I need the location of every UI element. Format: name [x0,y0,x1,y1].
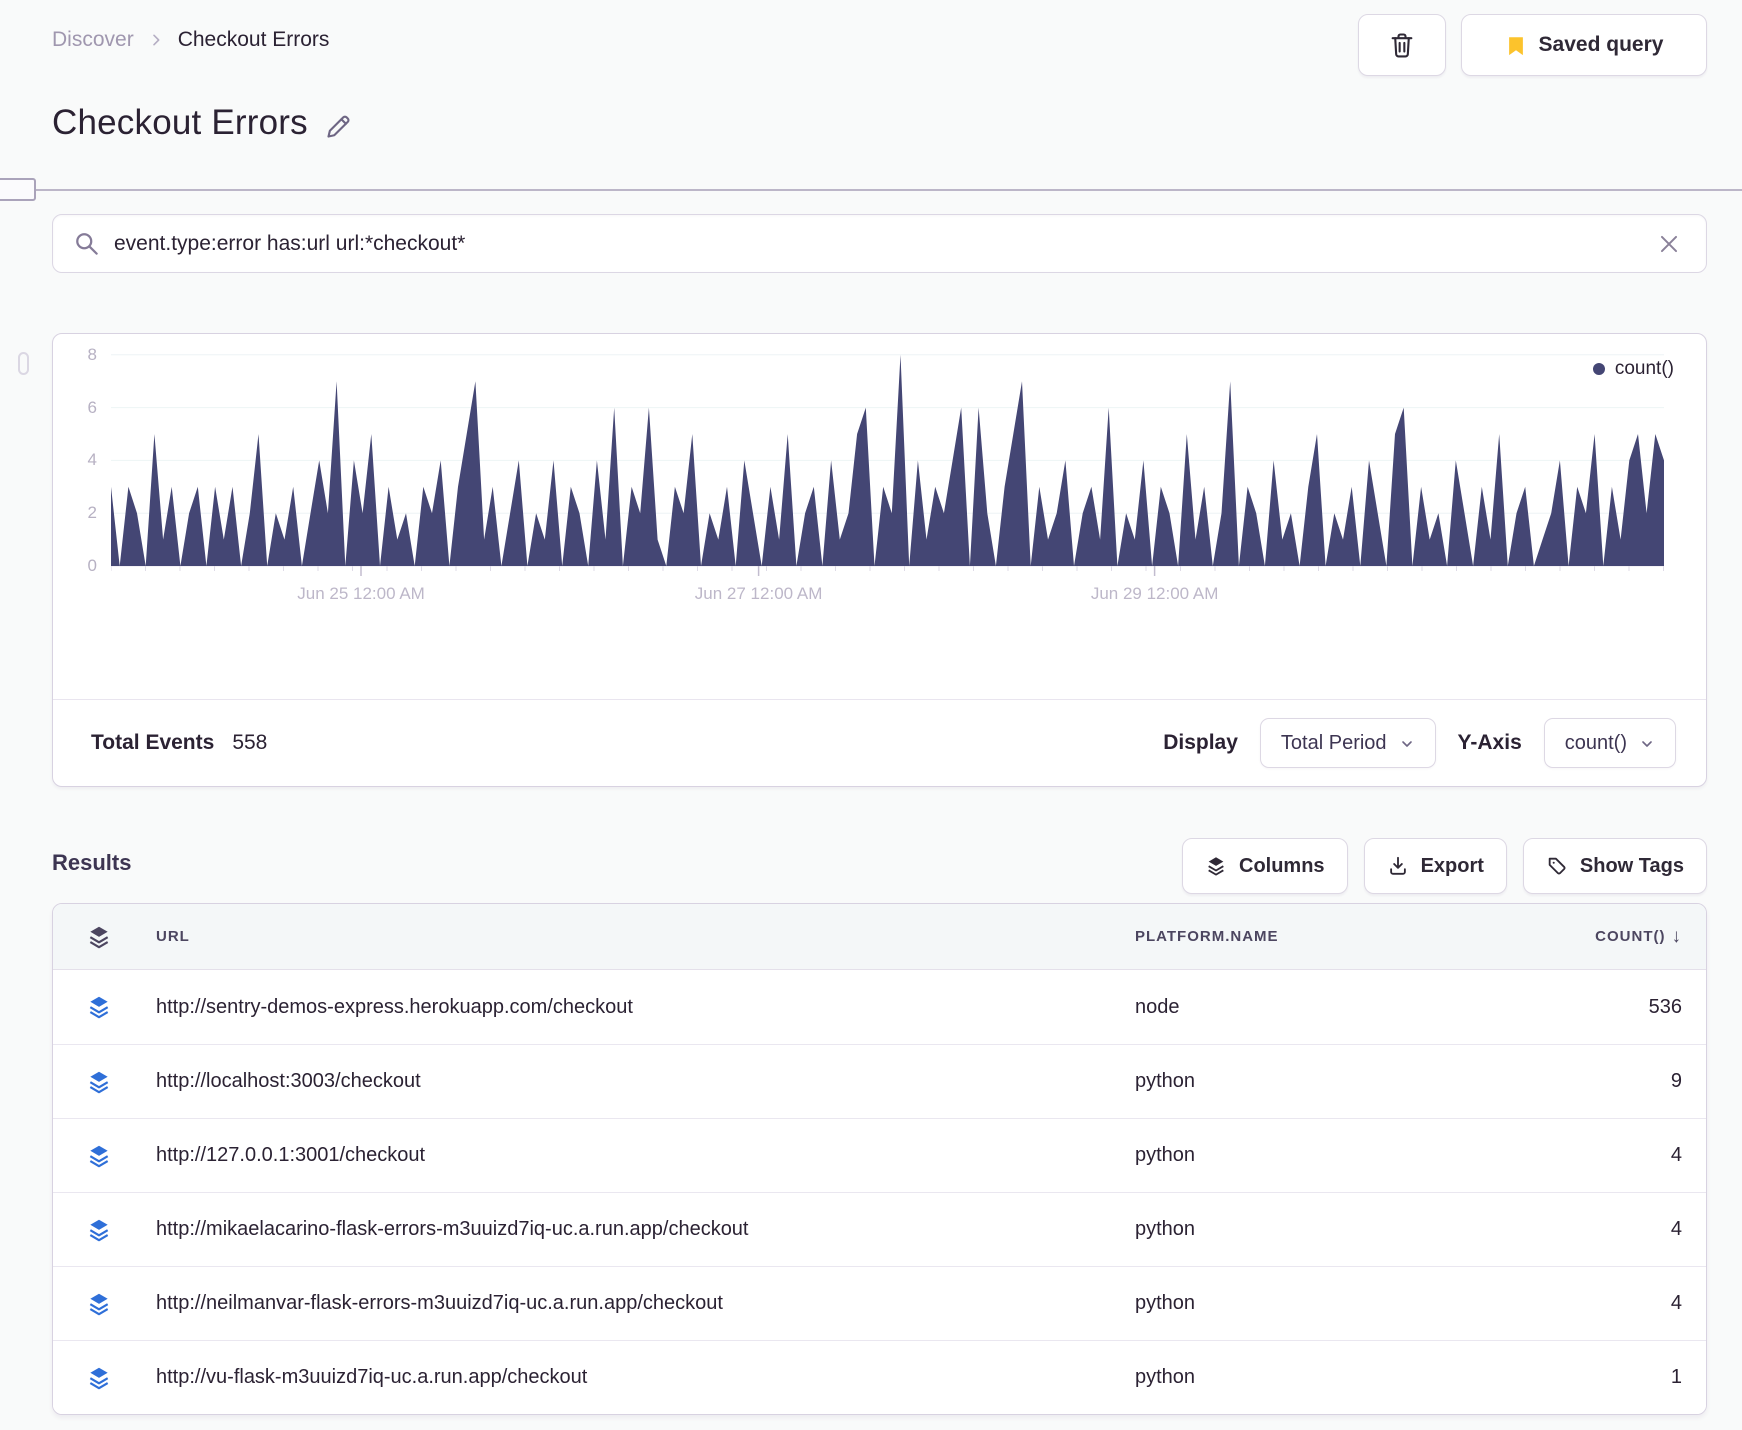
layers-icon[interactable] [86,1217,112,1243]
table-row[interactable]: http://127.0.0.1:3001/checkout python 4 [53,1118,1706,1192]
tag-icon [1546,855,1568,877]
column-header-platform[interactable]: PLATFORM.NAME [1135,928,1483,945]
yaxis-select[interactable]: count() [1543,718,1676,768]
display-select[interactable]: Total Period [1259,718,1436,768]
breadcrumb: Discover Checkout Errors [52,28,329,52]
search-bar[interactable]: event.type:error has:url url:*checkout* [52,214,1707,273]
row-platform: python [1135,1144,1196,1166]
total-events-value: 558 [232,731,268,754]
yaxis-label: Y-Axis [1457,731,1522,754]
row-platform: python [1135,1070,1196,1092]
download-icon [1387,855,1409,877]
row-url[interactable]: http://localhost:3003/checkout [156,1070,1135,1093]
layers-icon[interactable] [86,1365,112,1391]
total-events-label: Total Events [91,731,215,754]
row-url[interactable]: http://sentry-demos-express.herokuapp.co… [156,996,1135,1019]
column-header-url[interactable]: URL [156,928,1135,945]
export-button[interactable]: Export [1363,838,1507,894]
chevron-down-icon [1399,735,1415,751]
row-count: 1 [1670,1366,1682,1388]
y-axis-tick-label: 4 [87,450,97,470]
events-chart-panel: count() 0 2 4 6 8 Jun 25 12:00 AM Jun 27 12:0… [52,333,1707,787]
y-axis-tick-label: 2 [87,503,97,523]
row-platform: python [1135,1366,1196,1388]
bookmark-icon [1505,34,1527,56]
saved-query-label: Saved query [1538,33,1664,56]
edit-pencil-icon[interactable] [324,111,354,141]
columns-button-label: Columns [1239,854,1325,877]
table-row[interactable]: http://vu-flask-m3uuizd7iq-uc.a.run.app/… [53,1340,1706,1414]
layers-icon[interactable] [86,1143,112,1169]
table-row[interactable]: http://sentry-demos-express.herokuapp.co… [53,970,1706,1044]
table-row[interactable]: http://neilmanvar-flask-errors-m3uuizd7i… [53,1266,1706,1340]
trash-icon [1388,31,1416,59]
row-url[interactable]: http://mikaelacarino-flask-errors-m3uuiz… [156,1218,1135,1241]
row-url[interactable]: http://127.0.0.1:3001/checkout [156,1144,1135,1167]
section-divider [0,189,1742,191]
column-header-count[interactable]: COUNT() ↓ [1483,926,1706,948]
sidebar-collapse-handle[interactable] [0,178,36,201]
scroll-handle[interactable] [18,352,29,375]
layers-icon[interactable] [86,924,112,950]
layers-icon[interactable] [86,1069,112,1095]
row-count: 4 [1670,1144,1682,1166]
row-url[interactable]: http://neilmanvar-flask-errors-m3uuizd7i… [156,1292,1135,1315]
yaxis-select-value: count() [1564,731,1627,754]
layers-icon[interactable] [86,994,112,1020]
row-count: 9 [1670,1070,1682,1092]
y-axis-tick-label: 8 [87,344,97,364]
delete-query-button[interactable] [1358,14,1446,76]
x-axis-tick-label: Jun 25 12:00 AM [297,584,425,603]
page-title: Checkout Errors [52,103,308,142]
row-count: 4 [1670,1218,1682,1240]
chevron-right-icon [148,32,164,48]
search-icon [73,230,100,257]
table-row[interactable]: http://localhost:3003/checkout python 9 [53,1044,1706,1118]
row-platform: python [1135,1218,1196,1240]
x-axis-tick-label: Jun 27 12:00 AM [694,584,823,603]
results-table: URL PLATFORM.NAME COUNT() ↓ http://sentr… [52,903,1707,1415]
row-count: 4 [1670,1292,1682,1314]
y-axis-tick-label: 6 [87,397,97,417]
display-select-value: Total Period [1280,731,1387,754]
x-axis-tick-label: Jun 29 12:00 AM [1090,584,1219,603]
row-count: 536 [1648,995,1682,1018]
row-url[interactable]: http://vu-flask-m3uuizd7iq-uc.a.run.app/… [156,1366,1135,1389]
row-platform: node [1135,995,1180,1018]
table-row[interactable]: http://mikaelacarino-flask-errors-m3uuiz… [53,1192,1706,1266]
display-label: Display [1163,731,1238,754]
layers-icon [1205,855,1227,877]
results-heading: Results [52,850,132,875]
breadcrumb-current: Checkout Errors [177,28,330,51]
show-tags-button-label: Show Tags [1579,854,1684,877]
table-header-row: URL PLATFORM.NAME COUNT() ↓ [53,904,1706,970]
breadcrumb-discover-link[interactable]: Discover [52,28,134,52]
search-query-input[interactable]: event.type:error has:url url:*checkout* [114,232,1656,256]
layers-icon[interactable] [86,1291,112,1317]
columns-button[interactable]: Columns [1182,838,1348,894]
show-tags-button[interactable]: Show Tags [1522,838,1707,894]
y-axis-tick-label: 0 [87,556,97,575]
chart-footer: Total Events 558 Display Total Period Y-… [53,699,1706,786]
events-area-chart[interactable] [111,342,1664,582]
chevron-down-icon [1639,735,1655,751]
row-platform: python [1135,1292,1196,1314]
clear-search-icon[interactable] [1656,231,1682,257]
saved-query-button[interactable]: Saved query [1461,14,1707,76]
sort-descending-icon: ↓ [1671,925,1682,947]
export-button-label: Export [1420,854,1484,877]
